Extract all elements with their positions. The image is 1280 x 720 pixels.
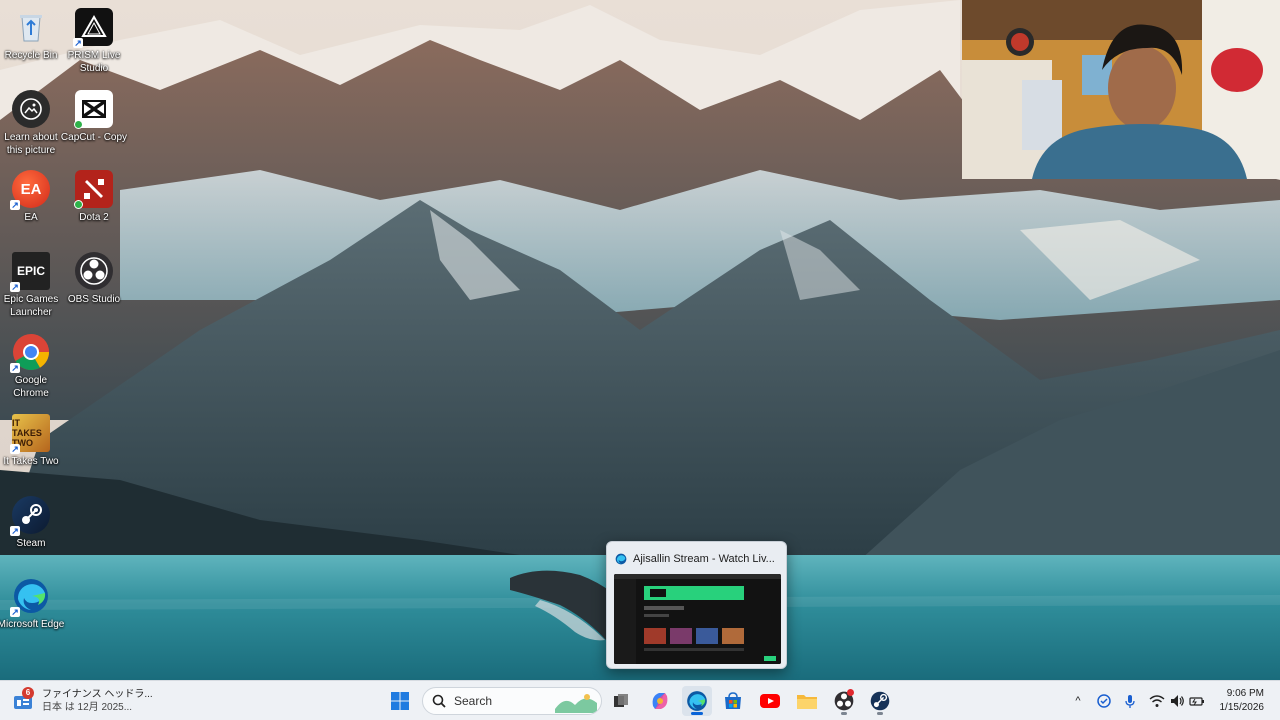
desktop-icon-steam[interactable]: ↗ Steam bbox=[0, 496, 62, 550]
shortcut-arrow-icon: ↗ bbox=[10, 363, 20, 373]
clock[interactable]: 9:06 PM 1/15/2026 bbox=[1220, 687, 1265, 715]
preview-thumbnail bbox=[614, 574, 781, 664]
desktop-icon-label: EA bbox=[24, 212, 38, 223]
microsoft-store-button[interactable] bbox=[718, 686, 748, 716]
shortcut-arrow-icon: ↗ bbox=[10, 607, 20, 617]
youtube-icon bbox=[760, 694, 780, 708]
steam-icon: ↗ bbox=[10, 496, 50, 536]
webcam-overlay bbox=[962, 0, 1280, 179]
prism-live-studio-icon: ↗ bbox=[73, 8, 113, 48]
volume-icon[interactable] bbox=[1169, 693, 1185, 709]
steam-icon bbox=[870, 691, 890, 711]
shortcut-arrow-icon: ↗ bbox=[10, 200, 20, 210]
windows-start-icon bbox=[391, 692, 409, 710]
desktop-icon-label: Epic Games Launcher bbox=[3, 294, 59, 318]
desktop-icon-obs-studio[interactable]: OBS Studio bbox=[63, 252, 125, 306]
desktop-icon-label: It Takes Two bbox=[3, 456, 59, 467]
file-explorer-button[interactable] bbox=[792, 686, 822, 716]
edge-icon: ↗ bbox=[10, 577, 50, 617]
store-icon bbox=[725, 692, 741, 709]
battery-icon[interactable] bbox=[1189, 693, 1205, 709]
desktop-icon-label: Learn about this picture bbox=[4, 132, 58, 156]
epic-games-icon: EPIC ↗ bbox=[10, 252, 50, 292]
chrome-icon: ↗ bbox=[10, 333, 50, 373]
running-indicator bbox=[691, 712, 703, 715]
start-button[interactable] bbox=[385, 686, 415, 716]
sync-check-icon bbox=[74, 200, 83, 209]
preview-title-bar: Ajisallin Stream - Watch Liv... bbox=[615, 551, 780, 567]
taskbar-window-preview[interactable]: Ajisallin Stream - Watch Liv... bbox=[606, 541, 787, 669]
network-sync-icon[interactable] bbox=[1096, 693, 1112, 709]
learn-about-picture-icon bbox=[12, 90, 50, 128]
desktop-icon-dota-2[interactable]: Dota 2 bbox=[63, 170, 125, 224]
shortcut-arrow-icon: ↗ bbox=[73, 38, 83, 48]
desktop-icon-recycle-bin[interactable]: Recycle Bin bbox=[0, 8, 62, 62]
desktop-icon-label: Steam bbox=[16, 538, 46, 549]
running-indicator bbox=[841, 712, 847, 715]
news-badge: 6 bbox=[22, 687, 34, 699]
desktop-icon-learn-about-picture[interactable]: Learn about this picture bbox=[0, 90, 62, 157]
shortcut-arrow-icon: ↗ bbox=[10, 282, 20, 292]
desktop-icon-capcut-copy[interactable]: CapCut - Copy bbox=[61, 90, 127, 144]
clock-date: 1/15/2026 bbox=[1219, 702, 1265, 713]
desktop-icon-label: PRISM Live Studio bbox=[67, 50, 121, 74]
desktop-icon-label: CapCut - Copy bbox=[60, 132, 128, 143]
news-subline: 日本 は 12月 2025... bbox=[42, 702, 133, 713]
taskbar: 6 ファイナンス ヘッドラ... 日本 は 12月 2025... Search bbox=[0, 680, 1280, 720]
news-headline: ファイナンス ヘッドラ... bbox=[42, 689, 153, 700]
edge-icon bbox=[687, 691, 707, 711]
recording-indicator bbox=[847, 689, 854, 696]
obs-studio-icon bbox=[75, 252, 113, 290]
task-view-icon bbox=[614, 694, 628, 707]
it-takes-two-icon: IT TAKES TWO ↗ bbox=[10, 414, 50, 454]
desktop-icon-label: Google Chrome bbox=[13, 375, 49, 399]
desktop-icon-google-chrome[interactable]: ↗ Google Chrome bbox=[0, 333, 62, 400]
search-icon bbox=[432, 694, 446, 708]
search-highlight-icon bbox=[555, 694, 597, 713]
taskbar-search-box[interactable]: Search bbox=[422, 687, 602, 715]
webcam-feed-image bbox=[962, 0, 1280, 179]
ea-icon: EA ↗ bbox=[10, 170, 50, 210]
desktop-icon-label: Microsoft Edge bbox=[0, 619, 65, 630]
recycle-bin-icon bbox=[12, 8, 50, 46]
desktop-icon-ea[interactable]: EA ↗ EA bbox=[0, 170, 62, 224]
shortcut-arrow-icon: ↗ bbox=[10, 444, 20, 454]
running-indicator bbox=[877, 712, 883, 715]
capcut-icon bbox=[74, 90, 113, 129]
show-hidden-icons-chevron[interactable]: ^ bbox=[1070, 693, 1086, 709]
copilot-button[interactable] bbox=[645, 686, 675, 716]
task-view-button[interactable] bbox=[606, 686, 636, 716]
taskbar-obs-button[interactable] bbox=[829, 686, 859, 716]
file-explorer-icon bbox=[797, 695, 817, 709]
news-icon: 6 bbox=[12, 687, 34, 712]
taskbar-edge-button[interactable] bbox=[682, 686, 712, 716]
desktop-icon-microsoft-edge[interactable]: ↗ Microsoft Edge bbox=[0, 577, 64, 631]
desktop-icon-label: Recycle Bin bbox=[4, 50, 58, 61]
news-widget[interactable]: 6 ファイナンス ヘッドラ... 日本 は 12月 2025... bbox=[12, 684, 162, 718]
clock-time: 9:06 PM bbox=[1226, 688, 1264, 699]
desktop-icon-label: Dota 2 bbox=[79, 212, 109, 223]
system-tray: ^ 9:06 PM 1/15/2026 bbox=[1060, 681, 1280, 720]
microphone-icon[interactable] bbox=[1122, 693, 1138, 709]
wifi-icon[interactable] bbox=[1149, 693, 1165, 709]
desktop-icon-prism-live-studio[interactable]: ↗ PRISM Live Studio bbox=[63, 8, 125, 75]
copilot-icon bbox=[652, 693, 668, 709]
taskbar-steam-button[interactable] bbox=[865, 686, 895, 716]
youtube-button[interactable] bbox=[755, 686, 785, 716]
sync-check-icon bbox=[74, 120, 83, 129]
shortcut-arrow-icon: ↗ bbox=[10, 526, 20, 536]
preview-window-title: Ajisallin Stream - Watch Liv... bbox=[633, 553, 775, 565]
desktop-icon-epic-games-launcher[interactable]: EPIC ↗ Epic Games Launcher bbox=[0, 252, 62, 319]
edge-icon bbox=[615, 553, 627, 565]
news-text: ファイナンス ヘッドラ... 日本 は 12月 2025... bbox=[42, 688, 153, 714]
desktop-icon-it-takes-two[interactable]: IT TAKES TWO ↗ It Takes Two bbox=[0, 414, 62, 468]
desktop-icon-label: OBS Studio bbox=[67, 294, 121, 305]
dota-2-icon bbox=[74, 170, 113, 209]
search-placeholder: Search bbox=[454, 694, 493, 708]
